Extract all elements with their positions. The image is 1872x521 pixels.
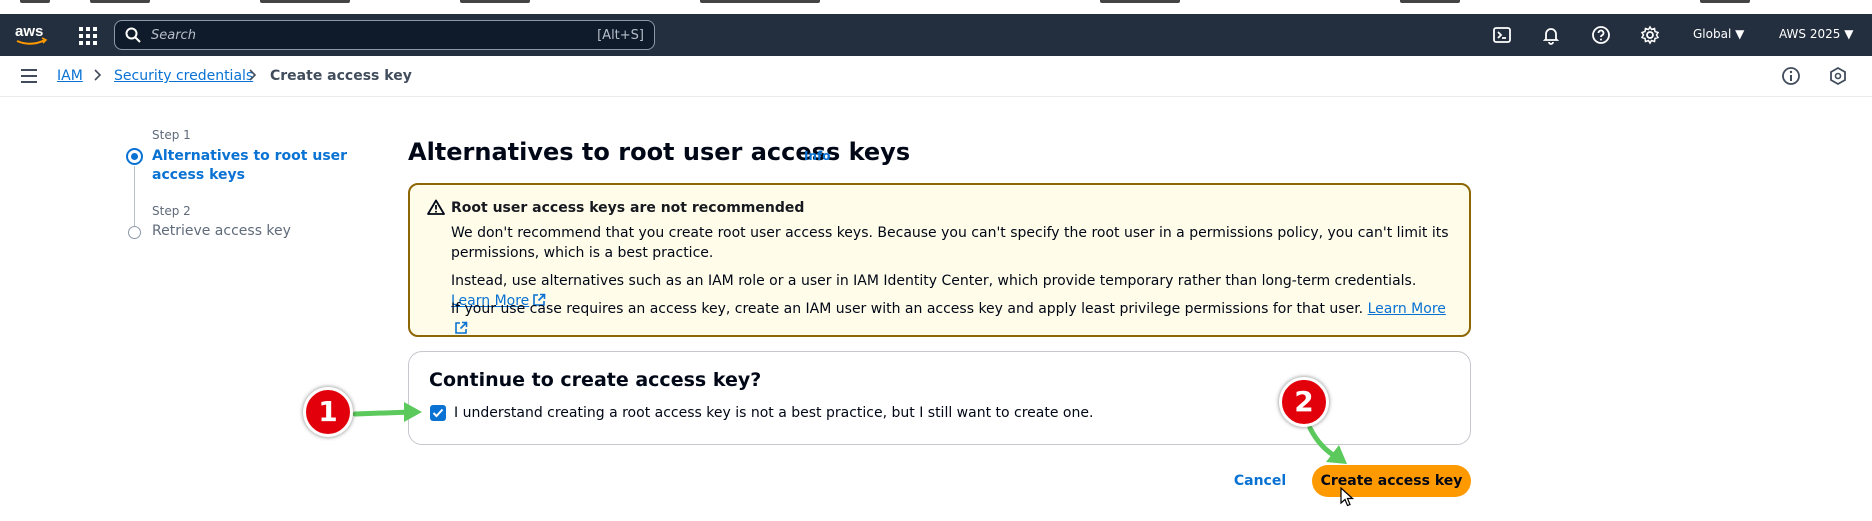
acknowledge-checkbox[interactable] — [430, 405, 446, 421]
alert-paragraph-1: We don't recommend that you create root … — [451, 225, 1449, 261]
alert-paragraph-3: If your use case requires an access key,… — [451, 299, 1451, 339]
external-link-icon — [455, 321, 468, 334]
breadcrumb-security-credentials[interactable]: Security credentials — [114, 68, 253, 84]
cancel-button[interactable]: Cancel — [1224, 466, 1296, 496]
breadcrumb-current: Create access key — [270, 68, 412, 84]
account-menu[interactable]: AWS 2025 ▼ — [1779, 27, 1853, 41]
apps-grid-icon[interactable] — [78, 26, 98, 46]
checkmark-icon — [432, 408, 444, 418]
aws-logo[interactable]: aws — [14, 22, 50, 48]
step-connector — [134, 166, 135, 226]
mouse-cursor-icon — [1340, 487, 1354, 507]
search-placeholder: Search — [151, 28, 196, 43]
info-link[interactable]: Info — [804, 149, 830, 163]
step-1-label: Step 1 — [152, 128, 191, 142]
breadcrumb-iam[interactable]: IAM — [57, 68, 83, 84]
svg-text:aws: aws — [15, 23, 43, 40]
hamburger-menu-icon[interactable] — [20, 68, 38, 84]
help-icon[interactable] — [1591, 25, 1611, 45]
step-2-indicator — [128, 226, 141, 239]
create-access-key-button[interactable]: Create access key — [1312, 465, 1471, 497]
step-1-title[interactable]: Alternatives to root user access keys — [152, 147, 372, 185]
info-circle-icon[interactable] — [1781, 66, 1801, 86]
search-icon — [125, 27, 141, 43]
bell-icon[interactable] — [1541, 25, 1561, 45]
warning-alert: Root user access keys are not recommende… — [408, 183, 1471, 337]
search-shortcut: [Alt+S] — [597, 28, 644, 43]
region-selector[interactable]: Global ▼ — [1693, 27, 1744, 41]
breadcrumb-bar: IAM Security credentials Create access k… — [0, 56, 1872, 97]
cropped-top-strip — [0, 0, 1872, 14]
step-1-indicator — [126, 148, 143, 165]
gear-icon[interactable] — [1640, 25, 1660, 45]
acknowledge-checkbox-label[interactable]: I understand creating a root access key … — [454, 405, 1093, 421]
annotation-badge-1: 1 — [303, 387, 353, 437]
cloudshell-icon[interactable] — [1492, 25, 1512, 45]
chevron-right-icon — [94, 69, 102, 81]
alert-title: Root user access keys are not recommende… — [451, 200, 805, 216]
confirm-title: Continue to create access key? — [429, 369, 762, 391]
chevron-right-icon — [249, 69, 257, 81]
page-title: Alternatives to root user access keys — [408, 138, 911, 166]
feedback-icon[interactable] — [1828, 66, 1848, 86]
warning-icon — [427, 199, 445, 215]
search-input[interactable]: Search [Alt+S] — [114, 20, 655, 50]
annotation-badge-2: 2 — [1279, 377, 1329, 427]
top-navbar: aws Search [Alt+S] Global ▼ AWS 2025 ▼ — [0, 14, 1872, 56]
step-2-label: Step 2 — [152, 204, 191, 218]
step-2-title: Retrieve access key — [152, 223, 291, 239]
